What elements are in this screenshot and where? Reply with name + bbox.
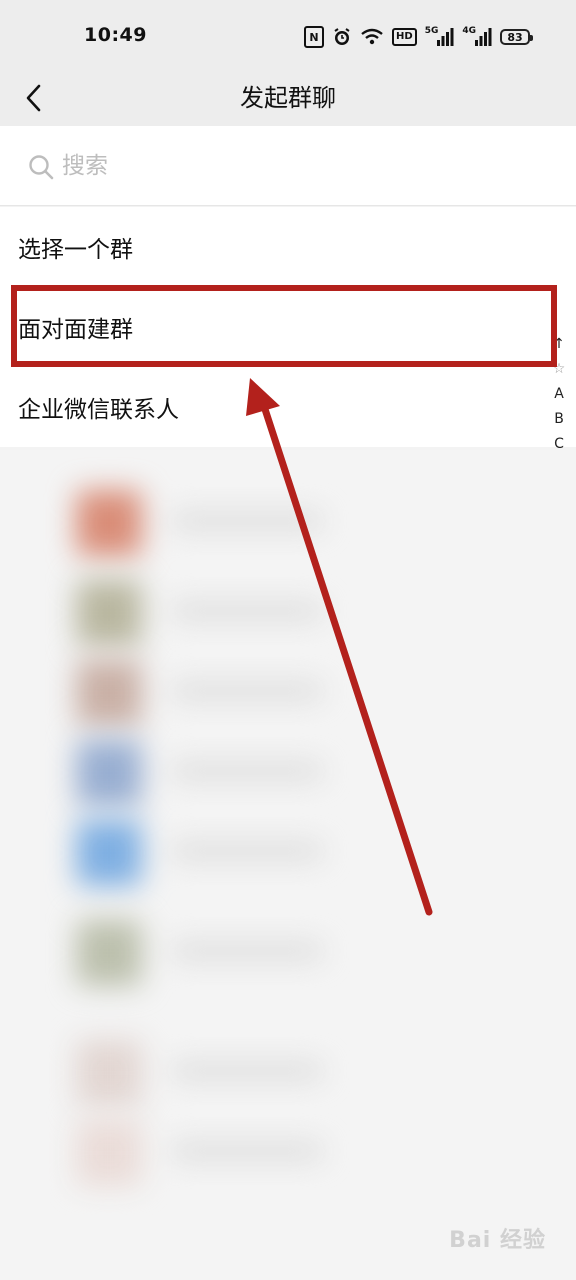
search-icon xyxy=(29,155,54,180)
index-item-a[interactable]: A xyxy=(554,382,564,407)
alphabet-index-bar[interactable]: ↑ ☆ A B C xyxy=(548,332,570,457)
signal-4g-icon: 4G xyxy=(462,26,492,48)
menu-item-label: 选择一个群 xyxy=(18,237,133,263)
list-item xyxy=(0,910,576,990)
menu-item-face-to-face[interactable]: 面对面建群 xyxy=(0,287,576,367)
watermark-logo: Bai 经验 xyxy=(449,1228,546,1253)
index-item-top[interactable]: ↑ xyxy=(553,332,565,357)
hd-badge: HD xyxy=(392,28,417,46)
status-bar: 10:49 N HD 5G 4G 83 xyxy=(0,0,576,70)
alarm-icon xyxy=(332,26,352,48)
menu-list: 选择一个群 面对面建群 企业微信联系人 xyxy=(0,207,576,447)
menu-item-label: 面对面建群 xyxy=(18,317,133,343)
battery-icon: 83 xyxy=(500,29,533,45)
index-item-star[interactable]: ☆ xyxy=(553,357,566,382)
search-input[interactable] xyxy=(62,148,522,184)
status-icons: N HD 5G 4G 83 xyxy=(304,25,533,49)
net-label-5g: 5G xyxy=(424,26,439,36)
navbar: 发起群聊 xyxy=(0,70,576,126)
list-item xyxy=(0,480,576,560)
search-bar[interactable] xyxy=(0,126,576,206)
contact-list-blurred xyxy=(0,450,576,1280)
index-item-c[interactable]: C xyxy=(554,432,564,457)
list-item xyxy=(0,1030,576,1110)
list-item xyxy=(0,810,576,890)
menu-item-enterprise-contacts[interactable]: 企业微信联系人 xyxy=(0,367,576,447)
list-item xyxy=(0,570,576,650)
status-time: 10:49 xyxy=(84,24,147,46)
wifi-icon xyxy=(360,26,384,48)
index-item-b[interactable]: B xyxy=(554,407,564,432)
menu-item-label: 企业微信联系人 xyxy=(18,397,179,423)
list-item xyxy=(0,1110,576,1190)
signal-5g-icon: 5G xyxy=(425,26,455,48)
net-label-4g: 4G xyxy=(462,26,476,36)
list-item xyxy=(0,650,576,730)
menu-item-select-group[interactable]: 选择一个群 xyxy=(0,207,576,287)
nfc-icon: N xyxy=(304,26,325,48)
list-item xyxy=(0,730,576,810)
page-title: 发起群聊 xyxy=(240,84,336,112)
